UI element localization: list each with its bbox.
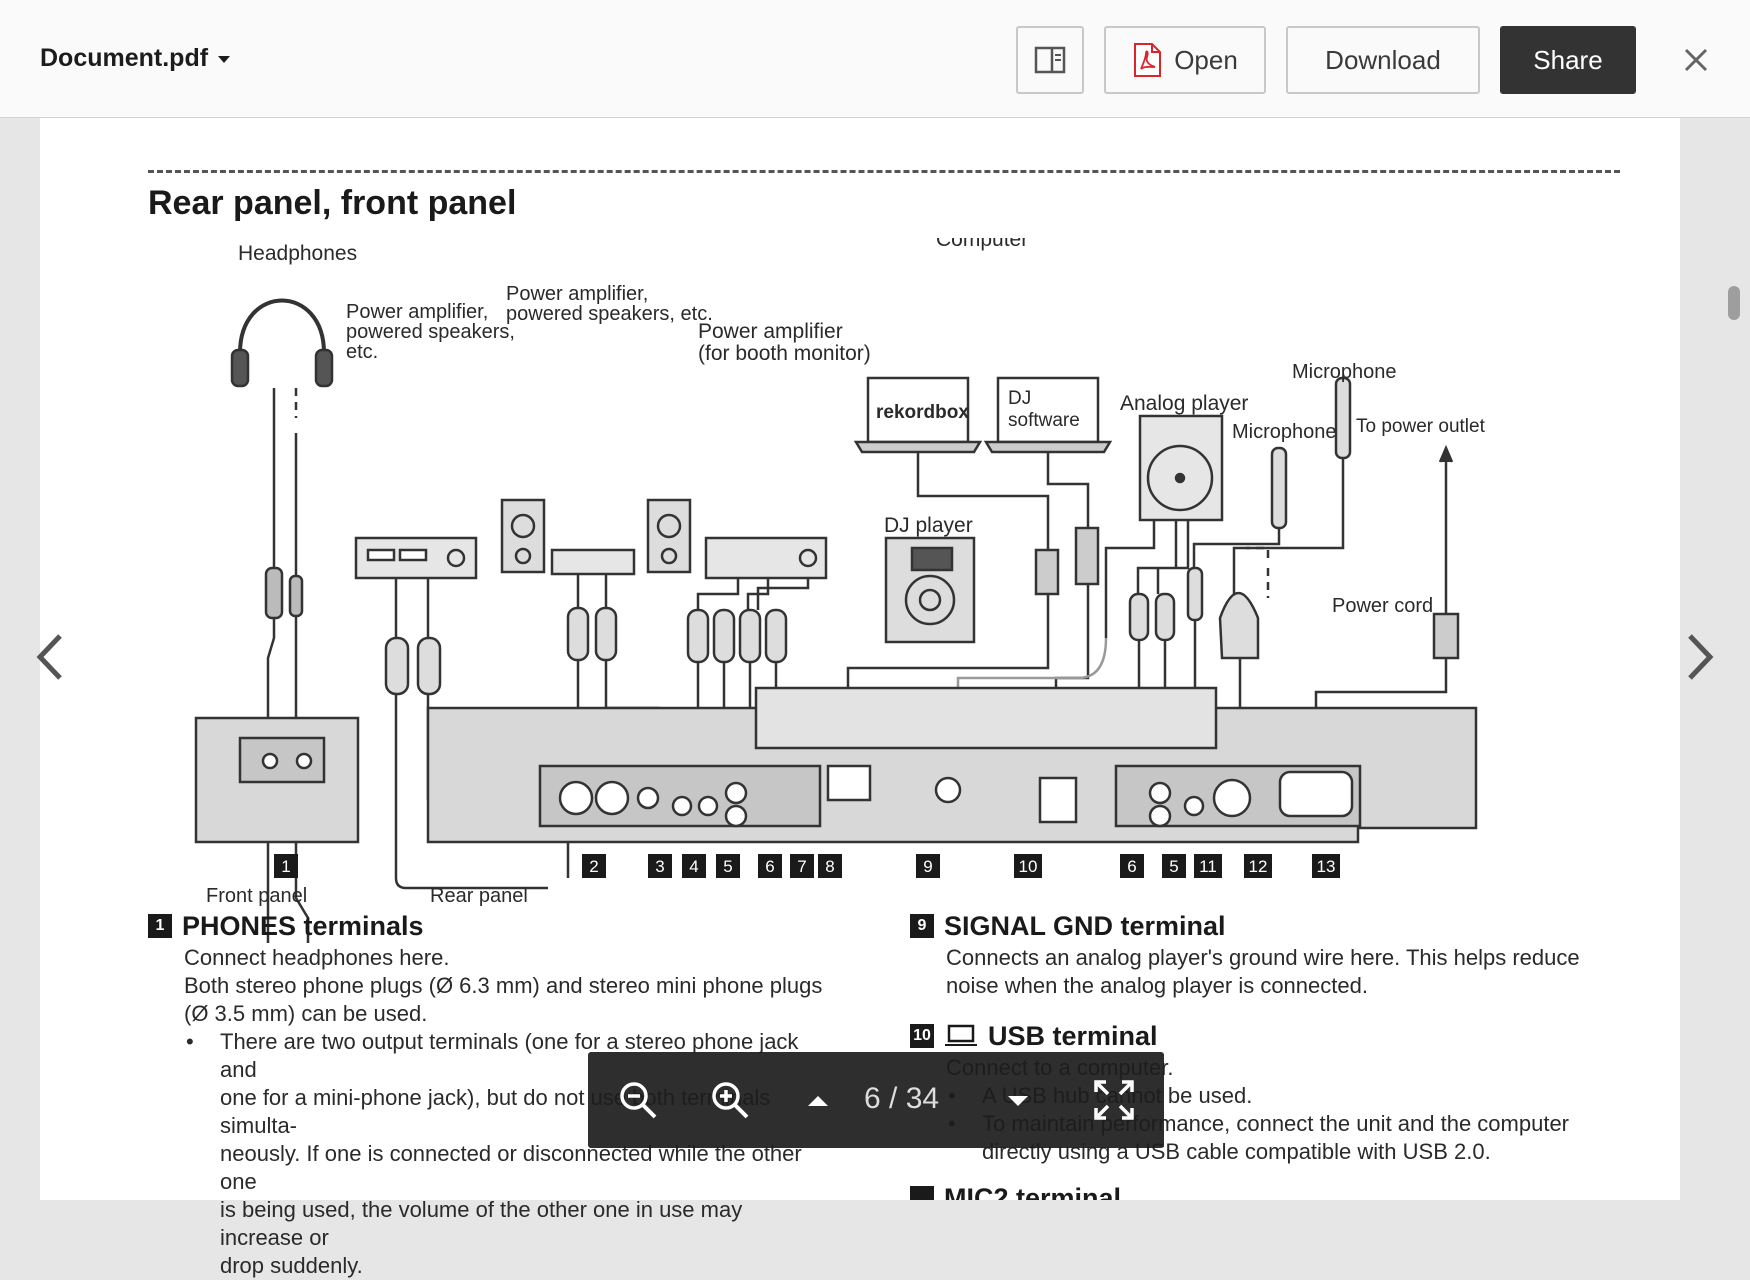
phones-bullet-line-3: neously. If one is connected or disconne… xyxy=(220,1141,802,1194)
power-amp-2-label-l2: powered speakers, etc. xyxy=(506,303,713,325)
previous-page-button[interactable] xyxy=(30,632,70,682)
usb-title: 10 USB terminal xyxy=(910,1022,1650,1050)
callout-5b: 5 xyxy=(1169,857,1178,876)
page-controls: 6 / 34 xyxy=(588,1052,1164,1148)
document-name-menu[interactable]: Document.pdf xyxy=(40,44,231,73)
analog-player-label: Analog player xyxy=(1120,392,1248,415)
dj-player-label: DJ player xyxy=(884,514,973,537)
top-toolbar: Document.pdf Open Download Share xyxy=(0,0,1750,118)
phones-title-text: PHONES terminals xyxy=(182,911,424,941)
signal-gnd-number: 9 xyxy=(910,914,934,938)
pdf-page: Rear panel, front panel Headphones Power… xyxy=(40,118,1680,1278)
signal-gnd-title-text: SIGNAL GND terminal xyxy=(944,911,1226,941)
previous-page-arrow-button[interactable] xyxy=(798,1080,838,1120)
phones-line-2: Both stereo phone plugs (Ø 6.3 mm) and s… xyxy=(184,973,823,998)
callout-6b: 6 xyxy=(1127,857,1136,876)
next-page-button[interactable] xyxy=(1680,632,1720,682)
callout-7: 7 xyxy=(797,857,806,876)
page-heading: Rear panel, front panel xyxy=(148,184,517,222)
headphones-label: Headphones xyxy=(238,242,357,265)
download-label: Download xyxy=(1325,44,1441,75)
callout-4: 4 xyxy=(689,857,698,876)
chevron-down-icon xyxy=(218,55,231,63)
mic2-number xyxy=(910,1186,934,1200)
sidebar-panel-icon xyxy=(1034,46,1066,74)
signal-gnd-line-2: noise when the analog player is connecte… xyxy=(946,973,1368,998)
zoom-in-button[interactable] xyxy=(710,1080,750,1120)
pdf-file-icon xyxy=(1134,43,1162,77)
caret-down-icon xyxy=(1008,1096,1028,1106)
phones-line-1: Connect headphones here. xyxy=(184,945,450,970)
callout-10: 10 xyxy=(1019,857,1038,876)
power-amp-1-label-l1: Power amplifier, xyxy=(346,301,488,323)
microphone-1-label: Microphone xyxy=(1292,361,1397,383)
scrollbar-thumb[interactable] xyxy=(1728,286,1740,320)
download-button[interactable]: Download xyxy=(1286,26,1480,94)
power-amp-1-label-l2: powered speakers, xyxy=(346,321,515,343)
callout-9: 9 xyxy=(923,857,932,876)
laptop-icon xyxy=(945,1024,977,1046)
caret-up-icon xyxy=(808,1096,828,1106)
mic2-section-partial: MIC2 terminal xyxy=(910,1184,1310,1200)
phones-number: 1 xyxy=(148,914,172,938)
phones-bullet-line-4: is being used, the volume of the other o… xyxy=(220,1197,743,1250)
callout-2: 2 xyxy=(589,857,598,876)
mic2-title-text: MIC2 terminal xyxy=(944,1184,1122,1200)
callout-13: 13 xyxy=(1317,857,1336,876)
chevron-left-icon xyxy=(36,634,62,680)
phones-line-3: (Ø 3.5 mm) can be used. xyxy=(184,1001,428,1026)
callout-1: 1 xyxy=(281,857,290,876)
zoom-in-icon xyxy=(712,1082,749,1119)
callout-5: 5 xyxy=(723,857,732,876)
signal-gnd-title: 9 SIGNAL GND terminal xyxy=(910,912,1650,940)
power-amp-2-label-l1: Power amplifier, xyxy=(506,283,648,305)
open-label: Open xyxy=(1174,44,1238,75)
connection-diagram: Headphones Power amplifier, powered spea… xyxy=(194,238,1486,943)
next-page-arrow-button[interactable] xyxy=(998,1080,1038,1120)
chevron-right-icon xyxy=(1688,634,1714,680)
fullscreen-button[interactable] xyxy=(1094,1080,1134,1120)
page-indicator: 6 / 34 xyxy=(864,1082,940,1115)
computer-label: Computer xyxy=(936,238,1028,251)
callout-11: 11 xyxy=(1199,857,1217,876)
sidebar-toggle-button[interactable] xyxy=(1016,26,1084,94)
usb-number: 10 xyxy=(910,1024,934,1048)
fullscreen-icon xyxy=(1094,1080,1134,1120)
open-button[interactable]: Open xyxy=(1104,26,1266,94)
share-label: Share xyxy=(1533,44,1603,75)
signal-gnd-line-1: Connects an analog player's ground wire … xyxy=(946,945,1580,970)
rekordbox-label: rekordbox xyxy=(876,402,969,423)
front-panel-label: Front panel xyxy=(206,885,307,907)
dj-software-label-l1: DJ xyxy=(1008,388,1031,409)
callout-3: 3 xyxy=(655,857,664,876)
callout-6: 6 xyxy=(765,857,774,876)
power-amp-1-label-l3: etc. xyxy=(346,341,378,363)
booth-amp-label-l1: Power amplifier xyxy=(698,320,843,343)
usb-title-text: USB terminal xyxy=(988,1021,1158,1051)
callout-8: 8 xyxy=(825,857,834,876)
dashed-divider xyxy=(148,170,1620,173)
callout-12: 12 xyxy=(1249,857,1268,876)
phones-title: 1 PHONES terminals xyxy=(148,912,828,940)
booth-amp-label-l2: (for booth monitor) xyxy=(698,342,871,365)
phones-bullet-line-5: drop suddenly. xyxy=(220,1253,363,1278)
rear-panel-label: Rear panel xyxy=(430,885,528,907)
signal-gnd-section: 9 SIGNAL GND terminal Connects an analog … xyxy=(910,912,1650,1000)
document-name: Document.pdf xyxy=(40,44,209,72)
zoom-out-icon xyxy=(620,1082,657,1119)
zoom-out-button[interactable] xyxy=(618,1080,658,1120)
close-button[interactable] xyxy=(1680,44,1712,76)
power-cord-label: Power cord xyxy=(1332,595,1433,617)
microphone-2-label: Microphone xyxy=(1232,421,1337,443)
to-power-outlet-label: To power outlet xyxy=(1356,416,1486,437)
mic2-title: MIC2 terminal xyxy=(910,1184,1310,1200)
share-button[interactable]: Share xyxy=(1500,26,1636,94)
close-icon xyxy=(1684,48,1708,72)
dj-software-label-l2: software xyxy=(1008,410,1080,431)
